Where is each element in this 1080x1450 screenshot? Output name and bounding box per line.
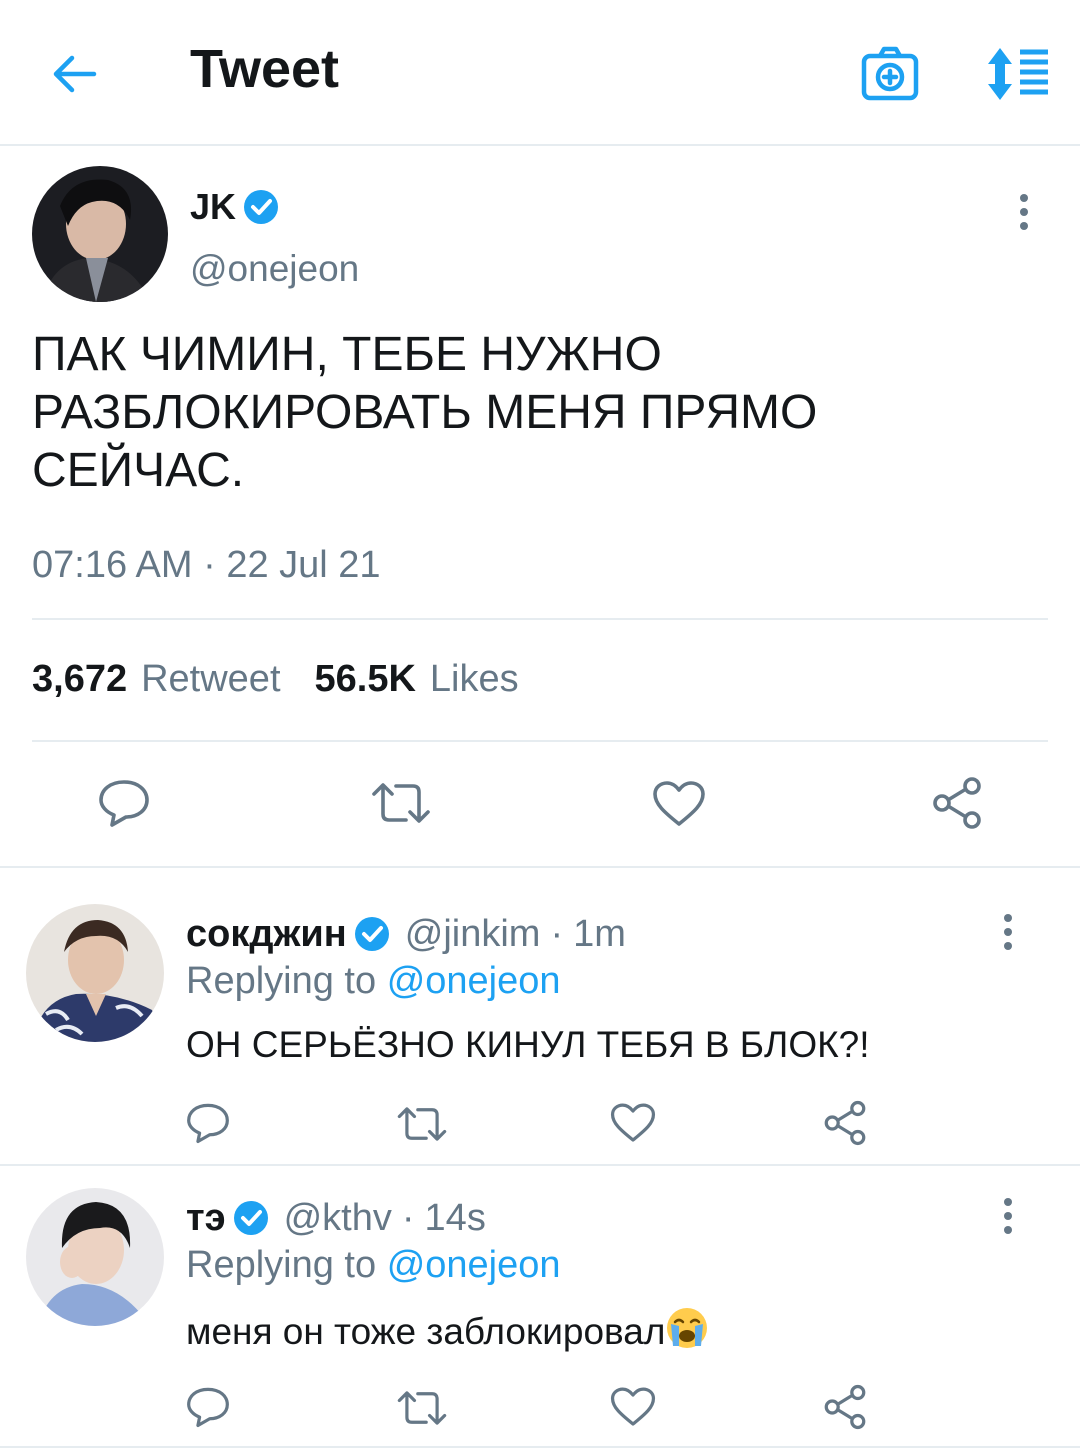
reply-author-name[interactable]: тэ bbox=[186, 1197, 226, 1240]
separator-dot: · bbox=[550, 912, 564, 955]
camera-button[interactable] bbox=[860, 44, 920, 104]
share-icon bbox=[933, 777, 981, 829]
tweet-text-line: СЕЙЧАС. bbox=[32, 444, 245, 497]
tweet-timestamp: 07:16 AM · 22 Jul 21 bbox=[32, 544, 381, 586]
reply-header: сокджин @jinkim · 1m bbox=[186, 912, 626, 956]
retweet-label[interactable]: Retweet bbox=[141, 658, 280, 701]
likes-count[interactable]: 56.5K bbox=[315, 658, 416, 701]
like-button[interactable] bbox=[610, 1102, 656, 1149]
tweet-stats: 3,672 Retweet 56.5K Likes bbox=[32, 658, 553, 701]
divider bbox=[0, 866, 1080, 868]
share-icon bbox=[824, 1384, 866, 1430]
reply-icon bbox=[99, 780, 149, 827]
reply-header: тэ @kthv · 14s bbox=[186, 1196, 486, 1240]
more-options-button[interactable] bbox=[1004, 188, 1044, 238]
reply-button[interactable] bbox=[98, 778, 150, 833]
reply-button[interactable] bbox=[186, 1102, 230, 1149]
likes-label[interactable]: Likes bbox=[430, 658, 519, 701]
share-button[interactable] bbox=[822, 1384, 868, 1435]
more-options-button[interactable] bbox=[988, 908, 1028, 958]
top-bar: Tweet bbox=[0, 0, 1080, 146]
back-button[interactable] bbox=[48, 48, 100, 100]
retweet-button[interactable] bbox=[396, 1104, 448, 1149]
sort-icon bbox=[988, 48, 1048, 100]
verified-badge-icon bbox=[354, 917, 389, 951]
divider bbox=[0, 1446, 1080, 1448]
retweet-button[interactable] bbox=[370, 780, 432, 831]
reply-icon bbox=[187, 1387, 229, 1428]
reply-author-name[interactable]: сокджин bbox=[186, 913, 347, 956]
replying-mention[interactable]: @onejeon bbox=[387, 1244, 561, 1286]
reply-author-handle[interactable]: @kthv bbox=[284, 1197, 392, 1240]
retweet-count[interactable]: 3,672 bbox=[32, 658, 127, 701]
loudly-crying-face-icon bbox=[667, 1308, 708, 1348]
share-button[interactable] bbox=[930, 776, 984, 835]
retweet-icon bbox=[372, 783, 430, 823]
heart-icon bbox=[610, 1387, 656, 1426]
verified-badge-icon bbox=[233, 1201, 268, 1235]
more-options-button[interactable] bbox=[988, 1192, 1028, 1242]
heart-icon bbox=[610, 1103, 656, 1142]
sort-button[interactable] bbox=[982, 44, 1052, 104]
replying-prefix: Replying to bbox=[186, 1244, 377, 1286]
replying-prefix: Replying to bbox=[186, 960, 377, 1002]
tweet-text-line: РАЗБЛОКИРОВАТЬ МЕНЯ ПРЯМО bbox=[32, 386, 818, 439]
retweet-button[interactable] bbox=[396, 1388, 448, 1433]
tweet-text-line: ПАК ЧИМИН, ТЕБЕ НУЖНО bbox=[32, 328, 662, 381]
share-button[interactable] bbox=[822, 1100, 868, 1151]
reply-text-content: меня он тоже заблокировал bbox=[186, 1311, 666, 1352]
retweet-icon bbox=[397, 1391, 447, 1425]
more-vertical-icon bbox=[1004, 1198, 1012, 1234]
camera-icon bbox=[861, 46, 919, 101]
reply-age: 1m bbox=[573, 912, 626, 955]
verified-badge-icon bbox=[244, 190, 279, 224]
avatar[interactable] bbox=[26, 1188, 164, 1326]
reply-text: меня он тоже заблокировал bbox=[186, 1306, 709, 1353]
replying-to: Replying to @onejeon bbox=[186, 1244, 561, 1287]
author-handle[interactable]: @onejeon bbox=[190, 248, 359, 290]
like-button[interactable] bbox=[610, 1386, 656, 1433]
avatar[interactable] bbox=[26, 904, 164, 1042]
replying-mention[interactable]: @onejeon bbox=[387, 960, 561, 1002]
arrow-left-icon bbox=[53, 55, 97, 93]
author-name[interactable]: JK bbox=[190, 186, 236, 228]
reply-age: 14s bbox=[424, 1196, 486, 1239]
heart-icon bbox=[653, 781, 705, 826]
reply-text: ОН СЕРЬЁЗНО КИНУЛ ТЕБЯ В БЛОК?! bbox=[186, 1024, 870, 1065]
share-icon bbox=[824, 1100, 866, 1146]
more-vertical-icon bbox=[1004, 914, 1012, 950]
replying-to: Replying to @onejeon bbox=[186, 960, 561, 1003]
avatar[interactable] bbox=[32, 166, 168, 302]
reply-icon bbox=[187, 1103, 229, 1144]
divider bbox=[0, 1164, 1080, 1166]
divider bbox=[32, 740, 1048, 742]
divider bbox=[32, 618, 1048, 620]
tweet-text: ПАК ЧИМИН, ТЕБЕ НУЖНО РАЗБЛОКИРОВАТЬ МЕН… bbox=[32, 326, 1032, 500]
retweet-icon bbox=[397, 1107, 447, 1141]
reply-author-handle[interactable]: @jinkim bbox=[405, 913, 541, 956]
like-button[interactable] bbox=[652, 780, 706, 833]
separator-dot: · bbox=[401, 1196, 415, 1239]
author-row: JK bbox=[190, 186, 280, 228]
more-vertical-icon bbox=[1020, 194, 1028, 230]
reply-button[interactable] bbox=[186, 1386, 230, 1433]
page-title: Tweet bbox=[190, 39, 340, 99]
